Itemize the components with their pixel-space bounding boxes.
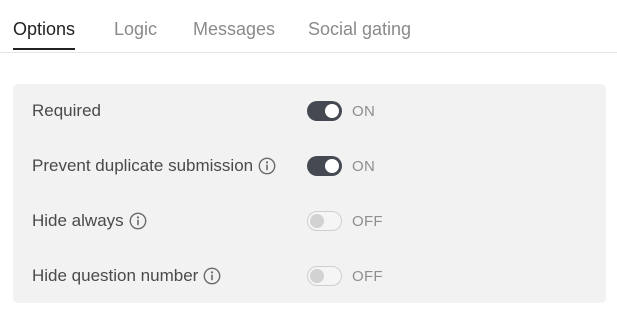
options-panel: Required ON Prevent duplicate submission… [13,84,606,303]
option-label-row: Hide question number [32,264,221,288]
option-label-hide-question-number: Hide question number [32,266,199,285]
option-label-row: Prevent duplicate submission [32,154,276,178]
hide-always-toggle[interactable] [307,211,342,231]
hide-always-state-label: OFF [352,213,383,230]
required-state-label: ON [352,103,376,120]
info-icon[interactable] [258,157,276,175]
toggle-knob [310,214,324,228]
option-row-required: Required ON [13,97,606,127]
toggle-knob [325,104,339,118]
option-label-required: Required [32,101,101,120]
tab-options[interactable]: Options [13,17,76,50]
hide-question-number-toggle[interactable] [307,266,342,286]
tab-logic[interactable]: Logic [114,17,157,41]
tab-messages[interactable]: Messages [193,17,275,41]
prevent-duplicate-toggle[interactable] [307,156,342,176]
option-label-row: Required [32,99,101,123]
toggle-knob [310,269,324,283]
option-label-row: Hide always [32,209,147,233]
hide-question-number-state-label: OFF [352,268,383,285]
info-icon[interactable] [203,267,221,285]
option-label-hide-always: Hide always [32,211,124,230]
required-toggle[interactable] [307,101,342,121]
option-row-prevent-duplicate: Prevent duplicate submission ON [13,152,606,182]
option-row-hide-always: Hide always OFF [13,207,606,237]
option-label-prevent-duplicate: Prevent duplicate submission [32,156,254,175]
info-icon[interactable] [129,212,147,230]
tab-bar: Options Logic Messages Social gating [0,0,617,53]
option-row-hide-question-number: Hide question number OFF [13,262,606,292]
tab-social-gating[interactable]: Social gating [308,17,411,41]
toggle-knob [325,159,339,173]
prevent-duplicate-state-label: ON [352,158,376,175]
